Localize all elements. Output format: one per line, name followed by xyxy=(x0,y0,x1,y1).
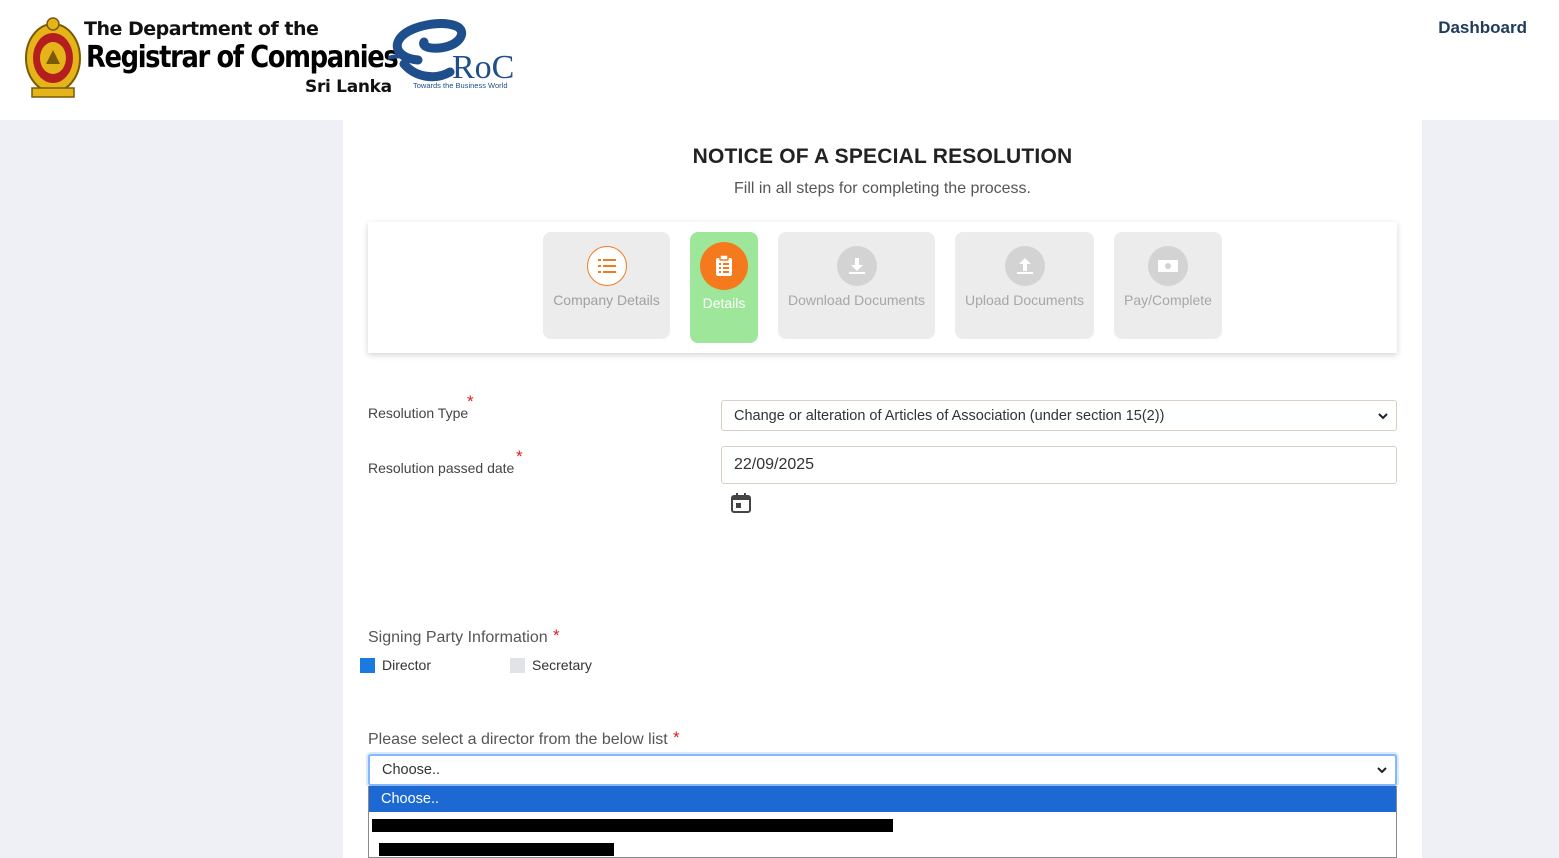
page-title: NOTICE OF A SPECIAL RESOLUTION xyxy=(692,145,1073,168)
director-option-label: Director xyxy=(382,657,432,673)
step-label: Details xyxy=(702,295,746,311)
secretary-checkbox[interactable] xyxy=(510,657,525,673)
step-upload-documents[interactable]: Upload Documents xyxy=(955,232,1094,339)
step-label: Download Documents xyxy=(788,292,925,308)
dept-heading-line2: Registrar of Companies xyxy=(86,40,399,75)
required-mark: * xyxy=(673,728,680,747)
chevron-down-icon xyxy=(1377,767,1387,774)
director-checkbox[interactable] xyxy=(360,657,375,673)
resolution-date-field[interactable]: 22/09/2025 xyxy=(721,446,1397,484)
step-label: Company Details xyxy=(553,292,660,308)
required-mark: * xyxy=(467,392,474,411)
list-icon xyxy=(586,246,627,286)
director-select-label: Please select a director from the below … xyxy=(368,731,668,748)
site-header: The Department of the Registrar of Compa… xyxy=(0,0,1559,120)
redacted-option[interactable] xyxy=(379,843,614,856)
resolution-type-value: Change or alteration of Articles of Asso… xyxy=(734,407,1165,424)
clipboard-icon xyxy=(700,242,748,290)
step-pay-complete[interactable]: Pay/Complete xyxy=(1114,232,1222,339)
calendar-icon[interactable] xyxy=(730,492,752,514)
redacted-option[interactable] xyxy=(372,819,893,832)
dept-heading-line3: Sri Lanka xyxy=(305,77,392,97)
dashboard-link[interactable]: Dashboard xyxy=(1438,18,1527,38)
required-mark: * xyxy=(516,447,523,466)
download-icon xyxy=(836,246,877,286)
step-details[interactable]: Details xyxy=(690,232,758,343)
money-icon xyxy=(1148,246,1188,286)
resolution-type-select[interactable]: Change or alteration of Articles of Asso… xyxy=(721,400,1397,431)
resolution-date-label: Resolution passed date xyxy=(368,460,515,476)
page-subtitle: Fill in all steps for completing the pro… xyxy=(733,180,1031,197)
dropdown-option[interactable]: Choose.. xyxy=(369,786,1396,812)
secretary-option-label: Secretary xyxy=(532,657,592,673)
step-label: Pay/Complete xyxy=(1124,292,1212,308)
resolution-type-label: Resolution Type xyxy=(368,405,469,421)
chevron-down-icon xyxy=(1378,412,1388,419)
required-mark: * xyxy=(553,626,560,645)
director-select-value: Choose.. xyxy=(382,762,441,778)
progress-steps: Company Details Details Download Documen… xyxy=(368,222,1397,353)
eroc-logo: RoC Towards the Business World xyxy=(388,19,514,90)
main-panel: NOTICE OF A SPECIAL RESOLUTION Fill in a… xyxy=(343,120,1422,858)
step-label: Upload Documents xyxy=(964,292,1085,308)
director-dropdown-list: Choose.. xyxy=(368,786,1397,858)
step-company-details[interactable]: Company Details xyxy=(543,232,670,339)
step-download-documents[interactable]: Download Documents xyxy=(778,232,935,339)
eroc-tagline: Towards the Business World xyxy=(413,81,508,90)
dept-heading-line1: The Department of the xyxy=(84,18,319,40)
signing-party-label: Signing Party Information xyxy=(368,629,548,646)
secretary-option[interactable]: Secretary xyxy=(510,657,592,673)
upload-icon xyxy=(1004,246,1045,286)
director-select[interactable]: Choose.. xyxy=(368,754,1397,786)
director-option[interactable]: Director xyxy=(360,657,431,673)
resolution-date-value: 22/09/2025 xyxy=(734,456,815,473)
sri-lanka-emblem-icon xyxy=(25,17,81,98)
